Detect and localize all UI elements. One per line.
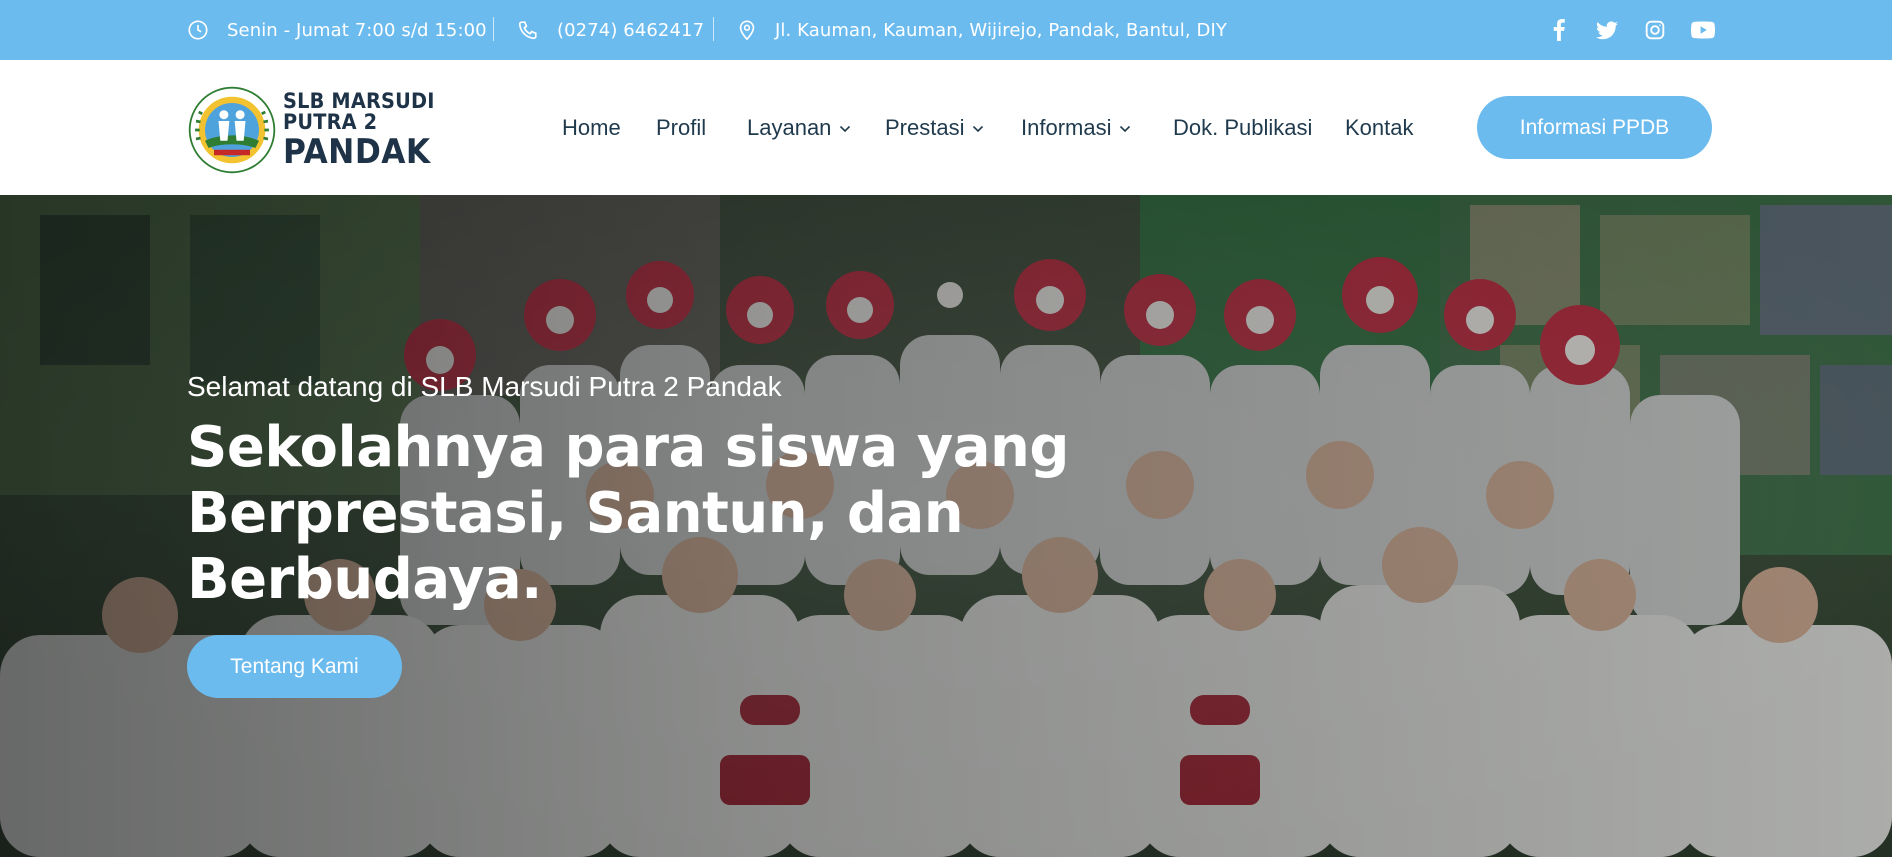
nav-label[interactable]: Dok. Publikasi xyxy=(1173,115,1312,141)
divider xyxy=(713,17,714,41)
youtube-icon[interactable] xyxy=(1691,18,1715,42)
hero-headline: Sekolahnya para siswa yang Berprestasi, … xyxy=(187,415,1107,613)
map-pin-icon xyxy=(739,20,755,41)
nav-dok-publikasi[interactable]: Dok. Publikasi xyxy=(1173,60,1312,195)
address-text: Jl. Kauman, Kauman, Wijirejo, Pandak, Ba… xyxy=(775,19,1227,41)
nav-layanan[interactable]: Layanan xyxy=(747,60,851,195)
nav-home[interactable]: Home xyxy=(562,60,621,195)
nav-label[interactable]: Informasi xyxy=(1021,115,1111,141)
chevron-down-icon xyxy=(840,125,851,133)
facebook-icon[interactable] xyxy=(1547,18,1571,42)
opening-hours: Senin - Jumat 7:00 s/d 15:00 xyxy=(187,0,487,60)
nav-label[interactable]: Prestasi xyxy=(885,115,964,141)
nav-label[interactable]: Layanan xyxy=(747,115,831,141)
about-us-button[interactable]: Tentang Kami xyxy=(187,635,402,698)
top-info-bar: Senin - Jumat 7:00 s/d 15:00 (0274) 6462… xyxy=(0,0,1892,60)
phone-icon xyxy=(518,21,537,40)
twitter-icon[interactable] xyxy=(1595,18,1619,42)
nav-kontak[interactable]: Kontak xyxy=(1345,60,1414,195)
hero-headline-line: Berbudaya. xyxy=(187,547,542,612)
nav-informasi[interactable]: Informasi xyxy=(1021,60,1131,195)
social-links xyxy=(1547,0,1715,60)
opening-hours-text: Senin - Jumat 7:00 s/d 15:00 xyxy=(227,19,487,41)
address-contact: Jl. Kauman, Kauman, Wijirejo, Pandak, Ba… xyxy=(737,0,1227,60)
phone-contact[interactable]: (0274) 6462417 xyxy=(517,0,704,60)
instagram-icon[interactable] xyxy=(1643,18,1667,42)
hero-headline-line: Berprestasi, Santun, dan xyxy=(187,481,964,546)
hero-banner: Selamat datang di SLB Marsudi Putra 2 Pa… xyxy=(0,195,1892,857)
nav-label[interactable]: Kontak xyxy=(1345,115,1414,141)
divider xyxy=(493,17,494,41)
nav-label[interactable]: Home xyxy=(562,115,621,141)
nav-label[interactable]: Profil xyxy=(656,115,706,141)
phone-number[interactable]: (0274) 6462417 xyxy=(557,20,704,41)
hero-headline-line: Sekolahnya para siswa yang xyxy=(187,415,1069,480)
chevron-down-icon xyxy=(973,125,984,133)
hero-welcome-text: Selamat datang di SLB Marsudi Putra 2 Pa… xyxy=(187,371,782,402)
nav-prestasi[interactable]: Prestasi xyxy=(885,60,984,195)
chevron-down-icon xyxy=(1120,125,1131,133)
ppdb-info-button[interactable]: Informasi PPDB xyxy=(1477,96,1712,159)
site-header: SLB MARSUDI PUTRA 2 PANDAK Home Profil L… xyxy=(0,60,1892,195)
clock-icon xyxy=(188,20,208,40)
nav-profil[interactable]: Profil xyxy=(656,60,706,195)
